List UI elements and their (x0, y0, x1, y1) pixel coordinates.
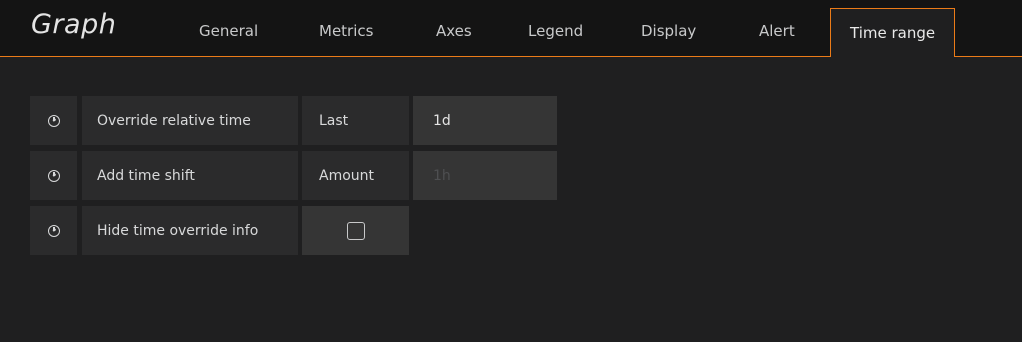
time-shift-input[interactable]: 1h (413, 151, 557, 200)
tab-axes[interactable]: Axes (436, 22, 472, 40)
panel-title: Graph (31, 9, 117, 40)
tab-metrics[interactable]: Metrics (319, 22, 373, 40)
override-time-input[interactable]: 1d (413, 96, 557, 145)
clock-icon (47, 169, 60, 182)
time-shift-icon-cell (30, 151, 77, 200)
tab-display[interactable]: Display (641, 22, 696, 40)
override-time-label: Override relative time (82, 96, 298, 145)
time-shift-sub-label: Amount (302, 151, 409, 200)
clock-icon (47, 114, 60, 127)
hide-info-checkbox-cell[interactable] (302, 206, 409, 255)
hide-info-checkbox[interactable] (346, 221, 365, 240)
tab-alert[interactable]: Alert (759, 22, 795, 40)
hide-info-label: Hide time override info (82, 206, 298, 255)
override-time-sub-label: Last (302, 96, 409, 145)
tab-legend[interactable]: Legend (528, 22, 583, 40)
time-shift-label: Add time shift (82, 151, 298, 200)
tab-general[interactable]: General (199, 22, 258, 40)
override-time-icon-cell (30, 96, 77, 145)
clock-icon (47, 224, 60, 237)
hide-info-icon-cell (30, 206, 77, 255)
tab-time-range[interactable]: Time range (830, 8, 956, 58)
